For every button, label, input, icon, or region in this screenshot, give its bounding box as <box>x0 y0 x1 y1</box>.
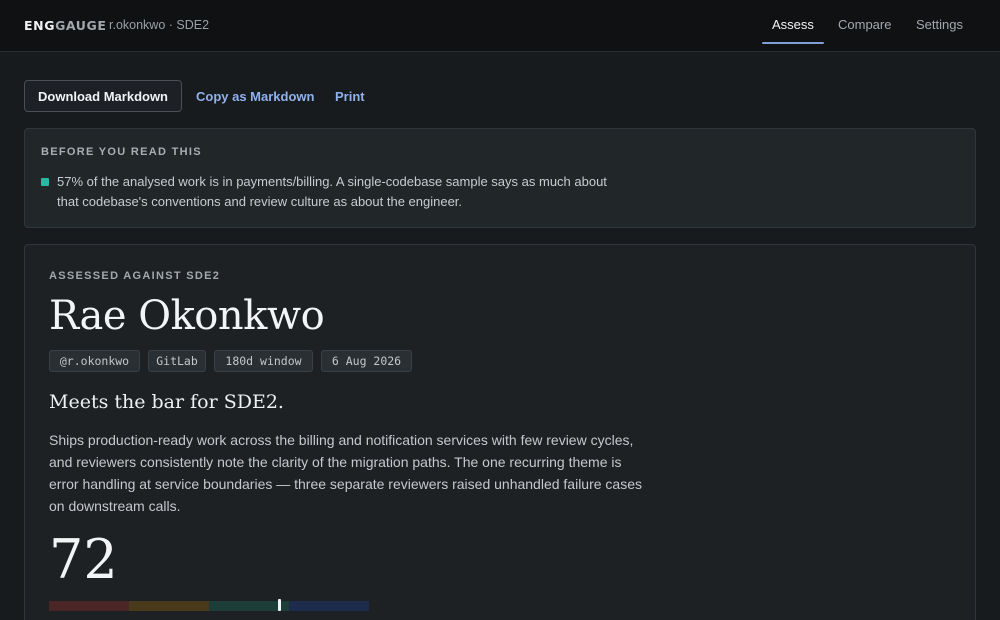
score-band-1 <box>49 601 129 611</box>
caveat-notice: BEFORE YOU READ THIS 57% of the analysed… <box>24 128 976 228</box>
score-value: 72 <box>49 528 118 591</box>
nav-tab-compare[interactable]: Compare <box>838 17 891 32</box>
score-marker <box>278 599 281 611</box>
engineer-name: Rae Okonkwo <box>49 293 325 339</box>
chip-handle: @r.okonkwo <box>49 350 140 372</box>
top-bar: ENGGAUGE r.okonkwo · SDE2 Assess Compare… <box>0 0 1000 52</box>
download-markdown-button[interactable]: Download Markdown <box>24 80 182 112</box>
score-band-4 <box>289 601 369 611</box>
assessment-card: ASSESSED AGAINST SDE2 Rae Okonkwo @r.oko… <box>24 244 976 620</box>
brand-logo[interactable]: ENGGAUGE <box>24 18 107 33</box>
context-label: r.okonkwo · SDE2 <box>109 18 210 32</box>
print-button[interactable]: Print <box>335 89 365 104</box>
assessment-level-label: ASSESSED AGAINST SDE2 <box>49 270 221 282</box>
brand-logo-part1: ENG <box>24 18 56 33</box>
nav-tab-settings[interactable]: Settings <box>916 17 963 32</box>
chip-window: 180d window <box>214 350 313 372</box>
score-band-3 <box>209 601 289 611</box>
nav-tab-assess[interactable]: Assess <box>772 17 814 32</box>
notice-title: BEFORE YOU READ THIS <box>41 146 202 158</box>
active-tab-indicator <box>762 42 824 44</box>
copy-markdown-button[interactable]: Copy as Markdown <box>196 89 314 104</box>
score-bar <box>49 599 369 611</box>
notice-bullet-icon <box>41 178 49 186</box>
assessment-summary: Ships production-ready work across the b… <box>49 432 642 514</box>
brand-logo-part2: GAUGE <box>55 18 107 33</box>
score-band-2 <box>129 601 209 611</box>
chip-source: GitLab <box>148 350 206 372</box>
chip-date: 6 Aug 2026 <box>321 350 412 372</box>
verdict-heading: Meets the bar for SDE2. <box>49 391 284 413</box>
notice-text: 57% of the analysed work is in payments/… <box>57 174 607 209</box>
